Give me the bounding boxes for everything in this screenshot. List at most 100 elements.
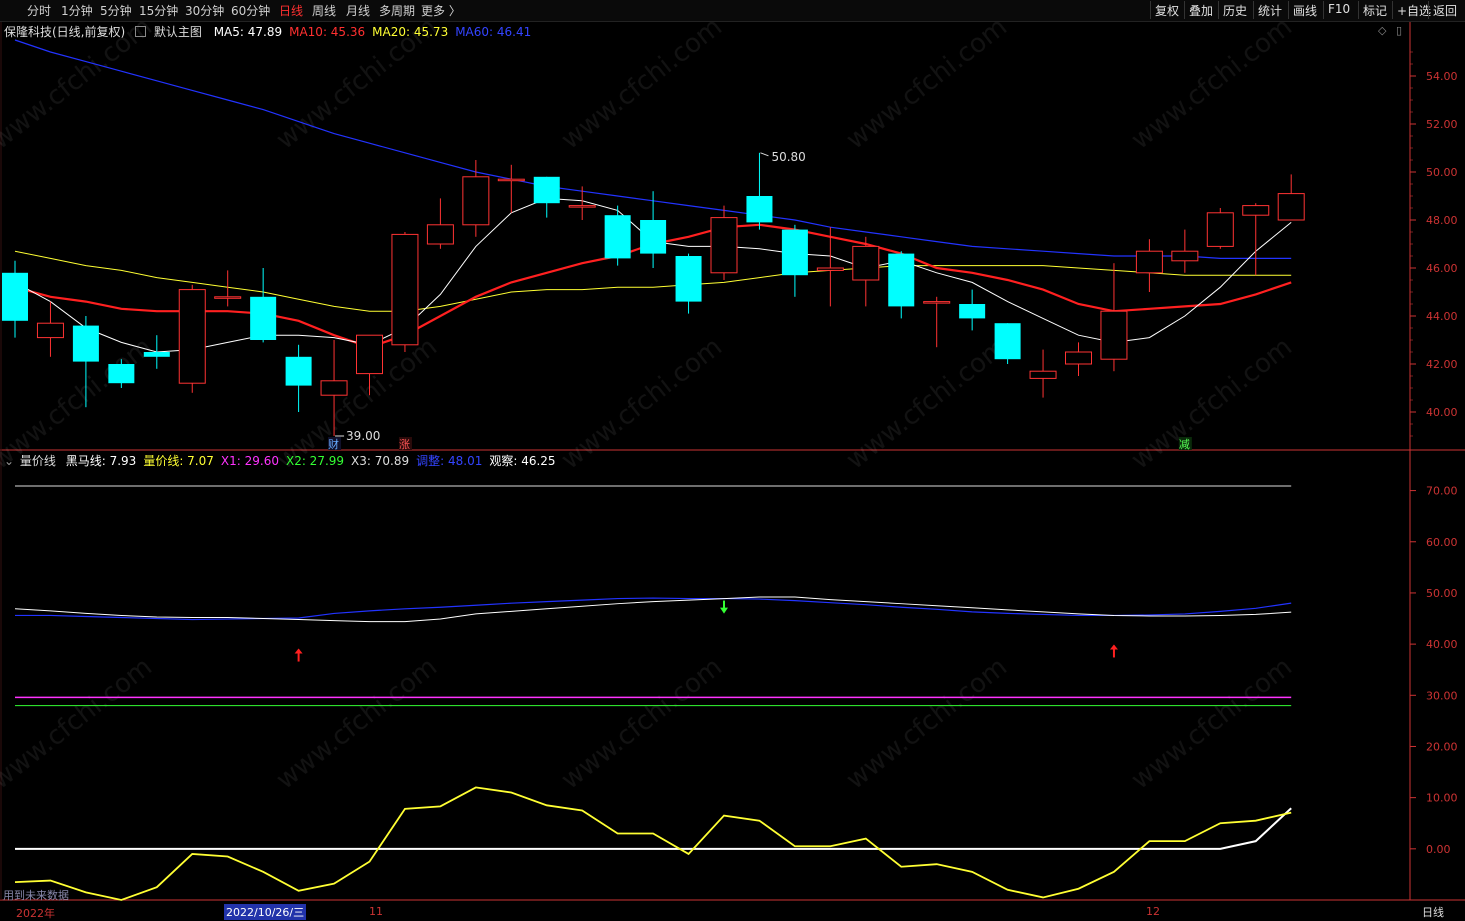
period-tab-2[interactable]: 5分钟 bbox=[100, 2, 132, 19]
candle-body-up bbox=[462, 176, 490, 226]
toolbar-button-1[interactable]: 叠加 bbox=[1184, 1, 1213, 19]
sub-chart-legend: ⌄ 量价线 黑马线: 7.93 量价线: 7.07 X1: 29.60 X2: 27.… bbox=[4, 452, 565, 469]
candle-body-up bbox=[1277, 193, 1305, 221]
liangjia-line bbox=[14, 786, 1292, 901]
period-tab-6[interactable]: 日线 bbox=[279, 2, 303, 19]
high-price-label: 50.80 bbox=[771, 150, 805, 164]
candle-body-up bbox=[320, 380, 348, 396]
candle-body-up bbox=[214, 296, 242, 299]
sub-tick-label: 40.00 bbox=[1426, 638, 1458, 651]
period-tab-5[interactable]: 60分钟 bbox=[231, 2, 270, 19]
main-chart-legend: 保隆科技(日线,前复权) 默认主图 MA5: 47.89 MA10: 45.36 M… bbox=[4, 23, 540, 40]
low-price-label: 39.00 bbox=[346, 429, 380, 443]
candle-body-down bbox=[888, 253, 915, 307]
main-legend-item-3: MA60: 46.41 bbox=[455, 25, 532, 39]
sub-legend-item-0: 黑马线: 7.93 bbox=[65, 454, 137, 468]
candle-body-up bbox=[1242, 205, 1270, 216]
candle-body-up bbox=[923, 301, 951, 304]
month-label-11: 11 bbox=[369, 905, 383, 918]
candle-body-down bbox=[781, 229, 808, 276]
collapse-icon[interactable]: ⌄ bbox=[4, 454, 14, 468]
watermark-text: www.cfchi.com bbox=[1126, 332, 1298, 476]
period-label[interactable]: 日线 bbox=[1422, 904, 1444, 920]
candle-body-down bbox=[72, 325, 99, 362]
stock-title[interactable]: 保隆科技(日线,前复权) bbox=[4, 25, 125, 39]
candle-body-down bbox=[604, 215, 631, 259]
candle-body-up bbox=[36, 322, 64, 339]
template-name[interactable]: 默认主图 bbox=[154, 25, 202, 39]
period-tab-4[interactable]: 30分钟 bbox=[185, 2, 224, 19]
candle-body-down bbox=[108, 364, 135, 384]
event-marker-jian: 减 bbox=[1179, 438, 1190, 451]
candle-body-down bbox=[285, 356, 312, 386]
candle-body-up bbox=[1100, 310, 1128, 360]
sub-legend-item-6: 观察: 46.25 bbox=[489, 454, 556, 468]
toolbar-button-6[interactable]: 标记 bbox=[1358, 1, 1387, 19]
high-pointer bbox=[760, 152, 769, 157]
sub-tick-label: 30.00 bbox=[1426, 689, 1458, 702]
diamond-icon[interactable]: ◇ bbox=[1378, 24, 1386, 37]
price-tick-label: 50.00 bbox=[1426, 166, 1458, 179]
main-legend-item-1: MA10: 45.36 bbox=[289, 25, 366, 39]
settings-icon[interactable]: ▯ bbox=[1396, 24, 1402, 37]
sub-tick-label: 50.00 bbox=[1426, 587, 1458, 600]
watermark-text: www.cfchi.com bbox=[1126, 12, 1298, 156]
sub-tick-label: 10.00 bbox=[1426, 792, 1458, 805]
sub-legend-item-5: 调整: 48.01 bbox=[416, 454, 483, 468]
price-axis-bg bbox=[1410, 22, 1465, 900]
candle-body-up bbox=[1135, 250, 1163, 274]
sell-arrow-icon bbox=[720, 607, 728, 614]
candle-body-up bbox=[1065, 351, 1092, 365]
price-tick-label: 40.00 bbox=[1426, 406, 1458, 419]
cursor-date: 2022/10/26/三 bbox=[224, 904, 307, 920]
main-legend-item-2: MA20: 45.73 bbox=[372, 25, 449, 39]
watermark-text: www.cfchi.com bbox=[556, 332, 728, 476]
price-tick-label: 54.00 bbox=[1426, 70, 1458, 83]
sub-tick-label: 60.00 bbox=[1426, 536, 1458, 549]
watermark-text: www.cfchi.com bbox=[556, 12, 728, 156]
watermark-text: www.cfchi.com bbox=[841, 12, 1013, 156]
sub-legend-item-3: X2: 27.99 bbox=[285, 454, 345, 468]
price-tick-label: 48.00 bbox=[1426, 214, 1458, 227]
event-marker-cai: 财 bbox=[328, 437, 339, 451]
toolbar-button-2[interactable]: 历史 bbox=[1218, 1, 1247, 19]
candle-body-up bbox=[1029, 370, 1057, 379]
toggle-icon[interactable] bbox=[135, 26, 147, 37]
candle-body-up bbox=[710, 217, 738, 274]
candle-body-up bbox=[1171, 250, 1199, 262]
candle-body-up bbox=[568, 205, 596, 208]
price-tick-label: 44.00 bbox=[1426, 310, 1458, 323]
toolbar-button-5[interactable]: F10 bbox=[1323, 1, 1350, 19]
toolbar-button-0[interactable]: 复权 bbox=[1150, 1, 1179, 19]
period-toolbar: 分时 1分钟 5分钟 15分钟 30分钟 60分钟 日线 周线 月线 多周期 更多 〉 复权 叠加 历史统… bbox=[0, 0, 1465, 22]
period-tab-0[interactable]: 分时 bbox=[27, 2, 51, 19]
candle-body-down bbox=[746, 196, 773, 223]
price-tick-label: 46.00 bbox=[1426, 262, 1458, 275]
candle-body-up bbox=[426, 224, 454, 245]
period-tab-3[interactable]: 15分钟 bbox=[139, 2, 178, 19]
candle-body-down bbox=[994, 323, 1021, 360]
main-legend-item-0: MA5: 47.89 bbox=[213, 25, 283, 39]
sub-legend-item-2: X1: 29.60 bbox=[220, 454, 279, 468]
candle-body-down bbox=[959, 304, 986, 319]
period-tab-10[interactable]: 更多 〉 bbox=[421, 2, 461, 19]
price-tick-label: 52.00 bbox=[1426, 118, 1458, 131]
toolbar-button-3[interactable]: 统计 bbox=[1253, 1, 1282, 19]
period-tab-1[interactable]: 1分钟 bbox=[61, 2, 93, 19]
indicator-name[interactable]: 量价线 bbox=[20, 454, 56, 468]
buy-arrow-icon bbox=[1109, 644, 1118, 650]
toolbar-button-7[interactable]: +自选 bbox=[1392, 1, 1431, 19]
period-tab-9[interactable]: 多周期 bbox=[379, 2, 415, 19]
toolbar-button-4[interactable]: 画线 bbox=[1288, 1, 1317, 19]
candle-body-up bbox=[356, 334, 383, 375]
sub-legend-item-1: 量价线: 7.07 bbox=[143, 454, 214, 468]
period-tab-8[interactable]: 月线 bbox=[346, 2, 370, 19]
period-tab-7[interactable]: 周线 bbox=[312, 2, 336, 19]
candle-body-down bbox=[2, 272, 28, 321]
toolbar-button-8[interactable]: 返回 bbox=[1428, 1, 1457, 19]
watermark-text: www.cfchi.com bbox=[271, 652, 443, 796]
candle-body-up bbox=[1206, 212, 1234, 247]
candle-body-up bbox=[178, 289, 206, 384]
candle-body-up bbox=[852, 245, 880, 281]
watermark-text: www.cfchi.com bbox=[0, 652, 158, 796]
